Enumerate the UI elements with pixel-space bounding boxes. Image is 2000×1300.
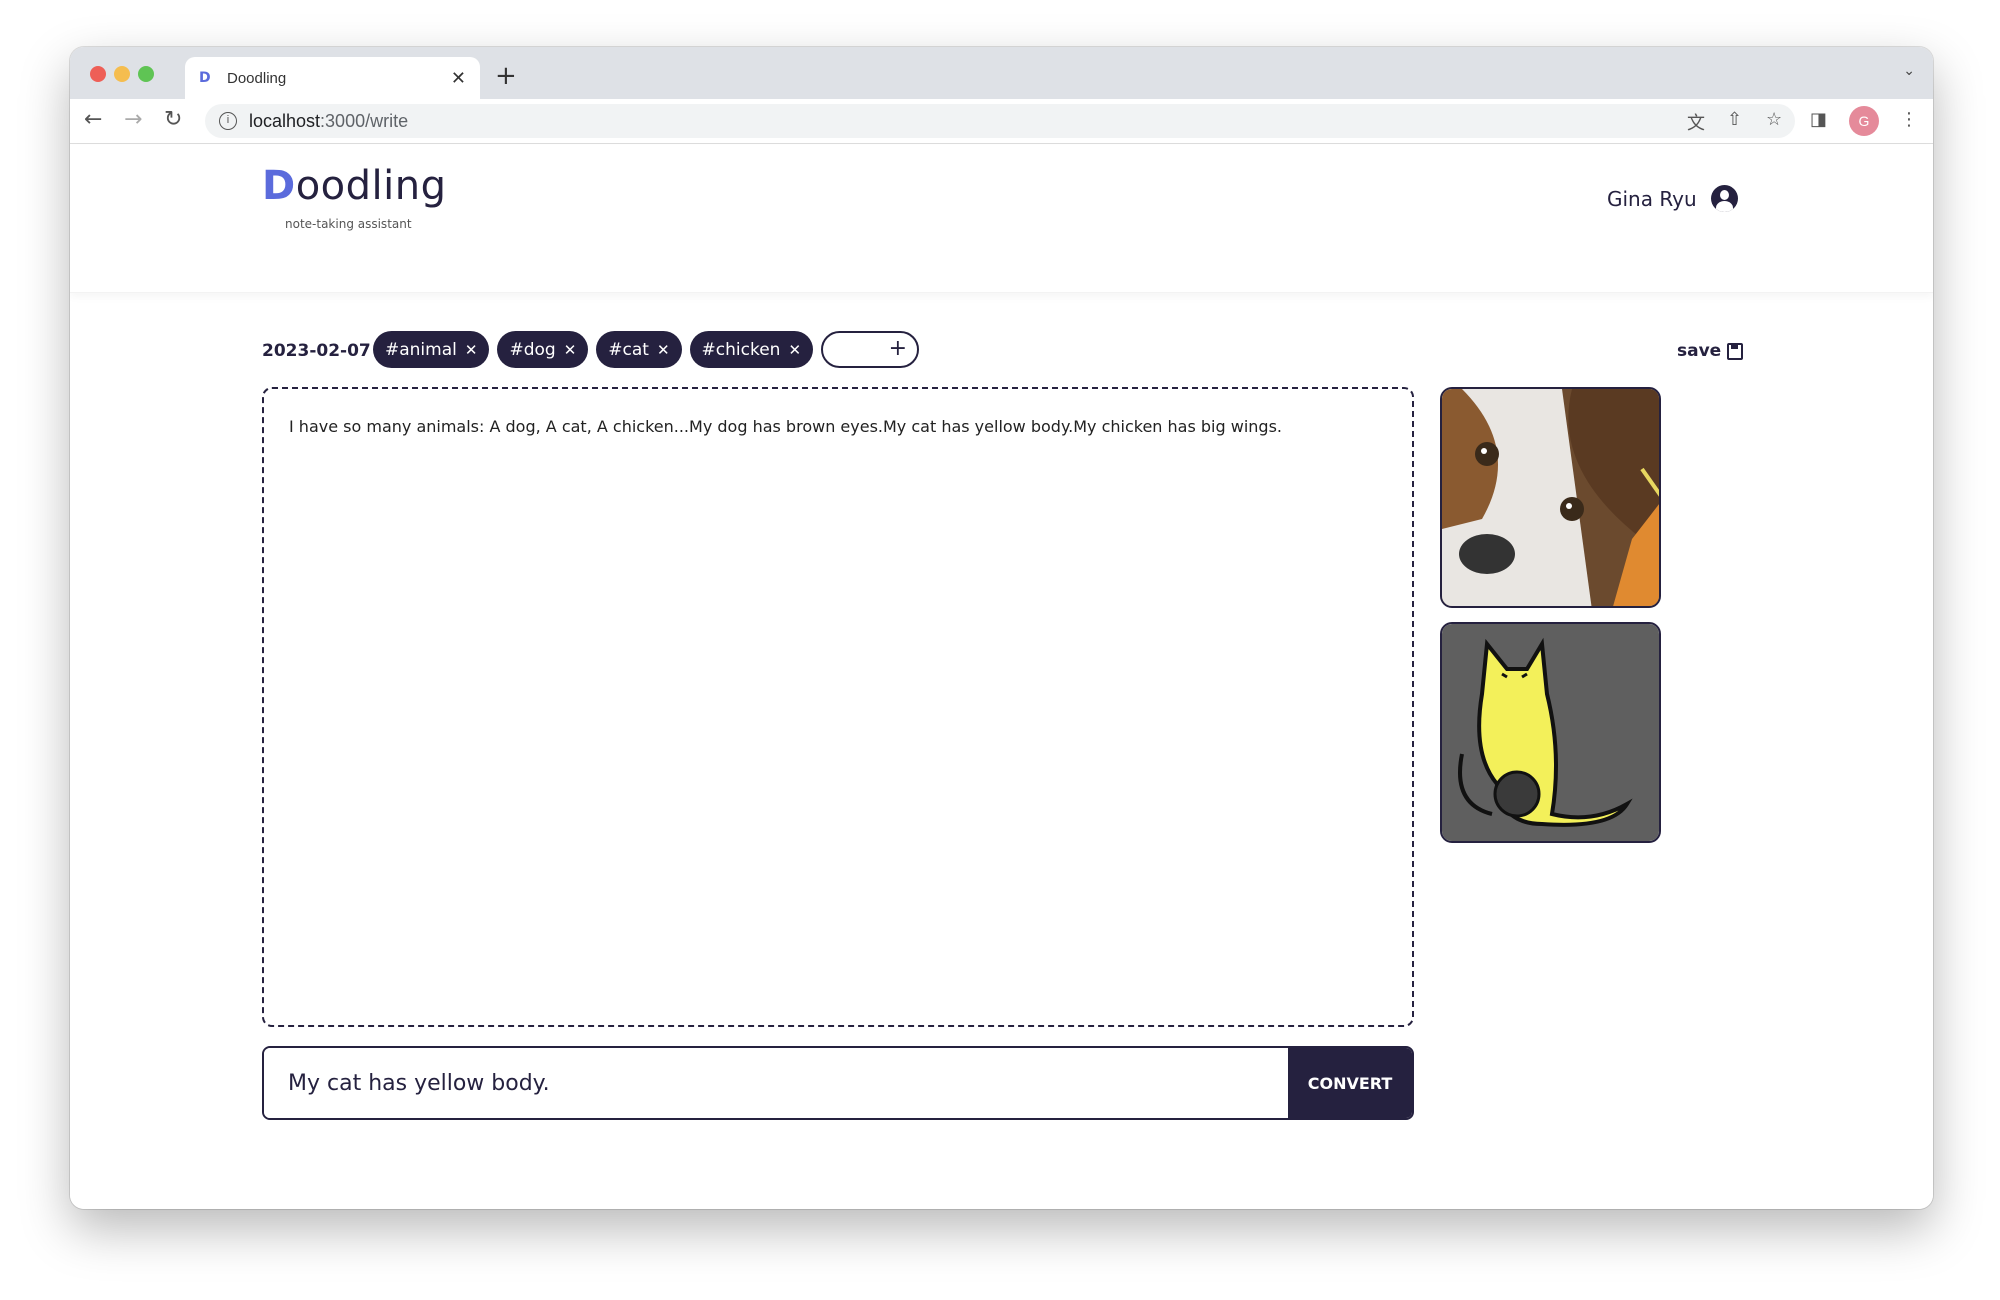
tag-chip[interactable]: #chicken ✕ [689, 331, 814, 368]
generated-cat-image[interactable] [1440, 622, 1661, 843]
generated-dog-image[interactable] [1440, 387, 1661, 608]
chevron-down-icon[interactable]: ⌄ [1903, 63, 1915, 79]
note-date: 2023-02-07 [262, 341, 371, 361]
logo-text: oodling [295, 163, 447, 209]
tag-chip[interactable]: #dog ✕ [497, 331, 589, 368]
add-tag-input[interactable]: + [821, 331, 920, 368]
remove-tag-icon[interactable]: ✕ [465, 341, 478, 359]
save-label: save [1677, 341, 1722, 361]
close-tab-icon[interactable]: ✕ [451, 68, 466, 89]
forward-icon[interactable]: → [124, 107, 142, 132]
convert-button[interactable]: CONVERT [1288, 1048, 1412, 1118]
translate-icon[interactable]: 文 [1687, 109, 1705, 135]
tagline: note-taking assistant [285, 217, 412, 231]
tag-label: #chicken [701, 339, 781, 360]
maximize-window-button[interactable] [138, 66, 154, 82]
prompt-input[interactable] [264, 1048, 1288, 1118]
info-icon[interactable]: i [219, 112, 237, 130]
save-button[interactable]: save [1677, 341, 1744, 361]
logo[interactable]: Doodling [262, 163, 447, 209]
url-field[interactable]: i localhost:3000/write [205, 104, 1795, 138]
plus-icon[interactable]: + [889, 336, 907, 361]
browser-window: D Doodling ✕ + ⌄ ← → ↻ i localhost:3000/… [70, 47, 1933, 1209]
reload-icon[interactable]: ↻ [164, 107, 182, 132]
tag-label: #animal [385, 339, 457, 360]
side-panel-icon[interactable]: ◨ [1810, 109, 1827, 130]
menu-icon[interactable]: ⋮ [1900, 109, 1918, 130]
address-bar-row: ← → ↻ i localhost:3000/write 文 ⇧ ☆ ◨ G ⋮ [70, 99, 1933, 144]
profile-avatar[interactable]: G [1849, 106, 1879, 136]
tag-chip[interactable]: #animal ✕ [373, 331, 490, 368]
tab-title: Doodling [227, 69, 287, 87]
user-icon[interactable] [1711, 185, 1738, 212]
floppy-disk-icon [1727, 342, 1744, 360]
new-tab-icon[interactable]: + [495, 61, 517, 91]
remove-tag-icon[interactable]: ✕ [564, 341, 577, 359]
page: Doodling note-taking assistant Gina Ryu … [70, 145, 1933, 1209]
minimize-window-button[interactable] [114, 66, 130, 82]
remove-tag-icon[interactable]: ✕ [657, 341, 670, 359]
share-icon[interactable]: ⇧ [1727, 109, 1742, 130]
close-window-button[interactable] [90, 66, 106, 82]
tag-chip[interactable]: #cat ✕ [596, 331, 682, 368]
tab-bar: D Doodling ✕ + ⌄ [70, 47, 1933, 99]
logo-d: D [262, 163, 296, 209]
url-path: :3000/write [320, 110, 409, 131]
user-name[interactable]: Gina Ryu [1607, 187, 1697, 211]
app-header: Doodling note-taking assistant Gina Ryu [70, 145, 1933, 293]
tag-label: #cat [608, 339, 649, 360]
tag-list: #animal ✕ #dog ✕ #cat ✕ #chicken ✕ + [373, 331, 920, 368]
favicon-icon: D [199, 70, 211, 86]
note-editor[interactable]: I have so many animals: A dog, A cat, A … [262, 387, 1414, 1027]
browser-tab[interactable]: D Doodling ✕ [185, 57, 480, 99]
remove-tag-icon[interactable]: ✕ [788, 341, 801, 359]
convert-form: CONVERT [262, 1046, 1414, 1120]
star-icon[interactable]: ☆ [1766, 109, 1782, 130]
tag-label: #dog [509, 339, 556, 360]
back-icon[interactable]: ← [84, 107, 102, 132]
url-host: localhost [249, 110, 321, 131]
